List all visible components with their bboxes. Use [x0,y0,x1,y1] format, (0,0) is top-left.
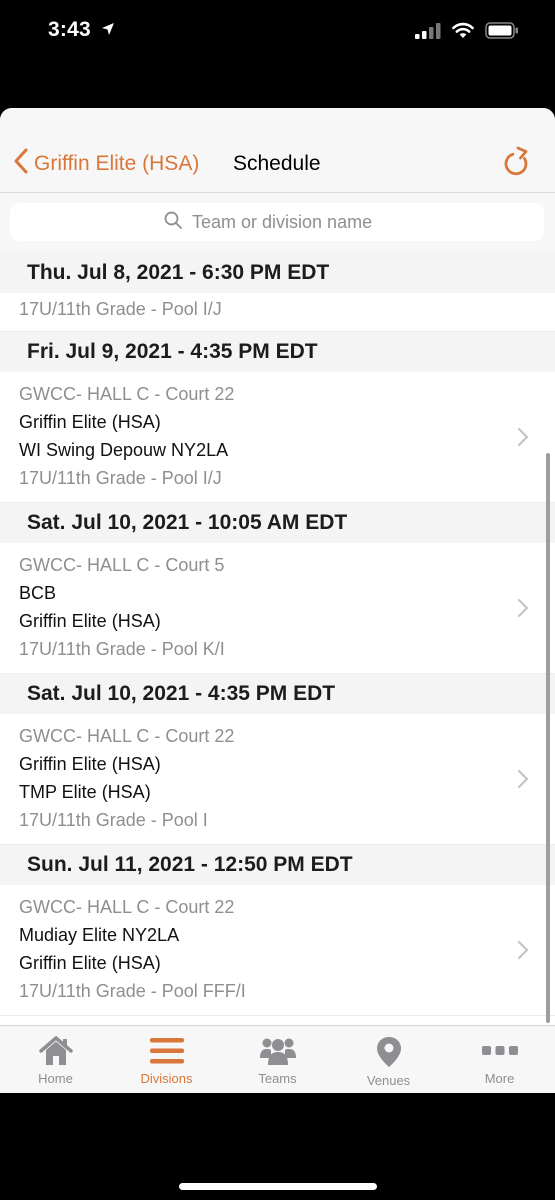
game-division: 17U/11th Grade - Pool I/J [19,468,222,488]
game-division: 17U/11th Grade - Pool FFF/I [19,981,246,1001]
game-team-1: BCB [19,583,57,603]
section-header: Thu. Jul 8, 2021 - 6:30 PM EDT [0,253,555,293]
location-pin-icon [376,1037,401,1067]
game-row[interactable]: GWCC- HALL C - Court 22 Griffin Elite (H… [0,714,555,845]
search-icon [164,211,182,234]
game-court: GWCC- HALL C - Court 22 [19,726,235,746]
game-team-1: Griffin Elite (HSA) [19,754,161,774]
status-time: 3:43 [48,18,115,42]
home-icon [38,1036,73,1065]
chevron-left-icon [14,148,28,180]
section-header: Sat. Jul 10, 2021 - 4:35 PM EDT [0,674,555,714]
search-input[interactable] [190,210,390,234]
tab-divisions[interactable]: Divisions [111,1026,222,1093]
tab-home[interactable]: Home [0,1026,111,1093]
chevron-right-icon [517,769,529,794]
tab-label: Teams [258,1071,297,1086]
search-bar [0,193,555,253]
game-row[interactable]: GWCC- HALL C - Court 22 Griffin Elite (H… [0,372,555,503]
refresh-icon [504,146,528,176]
game-team-2: WI Swing Depouw NY2LA [19,440,229,460]
game-division: 17U/11th Grade - Pool I [19,810,208,830]
tab-more[interactable]: More [444,1026,555,1093]
status-icons [415,22,519,44]
app-sheet: Griffin Elite (HSA) Schedule Thu. Jul 8,… [0,108,555,1093]
status-time-text: 3:43 [48,18,91,41]
tab-bar: Home Divisions Teams Venues More [0,1025,555,1093]
chevron-right-icon [517,940,529,965]
game-row[interactable]: GWCC- HALL C - Court 22 Mudiay Elite NY2… [0,885,555,1016]
game-team-1: Mudiay Elite NY2LA [19,925,180,945]
game-team-2: TMP Elite (HSA) [19,782,151,802]
chevron-right-icon [517,427,529,452]
game-court: GWCC- HALL C - Court 5 [19,555,225,575]
tab-label: Venues [366,1073,411,1088]
cellular-signal-icon [415,22,441,44]
status-bar: 3:43 [0,0,555,64]
more-dots-icon [481,1046,518,1055]
back-button[interactable]: Griffin Elite (HSA) [14,146,199,182]
navigation-bar: Griffin Elite (HSA) Schedule [0,108,555,193]
schedule-list[interactable]: Thu. Jul 8, 2021 - 6:30 PM EDT 17U/11th … [0,253,555,1025]
wifi-icon [451,22,475,44]
game-team-1: Griffin Elite (HSA) [19,412,161,432]
game-row[interactable]: GWCC- HALL C - Court 5 BCB Griffin Elite… [0,543,555,674]
game-division: 17U/11th Grade - Pool I/J [19,299,222,319]
game-team-2: Griffin Elite (HSA) [19,611,161,631]
game-court: GWCC- HALL C - Court 22 [19,897,235,917]
tab-venues[interactable]: Venues [333,1026,444,1093]
game-row[interactable]: 17U/11th Grade - Pool I/J [0,293,555,332]
chevron-right-icon [517,598,529,623]
menu-icon [149,1038,184,1064]
battery-icon [485,22,519,44]
game-court: GWCC- HALL C - Court 22 [19,384,235,404]
tab-label: More [484,1071,515,1086]
users-icon [259,1038,296,1065]
section-header: Fri. Jul 9, 2021 - 4:35 PM EDT [0,332,555,372]
tab-label: Home [38,1071,73,1086]
tab-label: Divisions [140,1071,193,1086]
home-indicator[interactable] [179,1183,377,1190]
section-header: Sat. Jul 10, 2021 - 10:05 AM EDT [0,503,555,543]
location-arrow-icon [101,18,115,42]
back-button-label: Griffin Elite (HSA) [34,152,200,175]
game-division: 17U/11th Grade - Pool K/I [19,639,225,659]
page-title: Schedule [233,152,321,175]
section-header: Sun. Jul 11, 2021 - 12:50 PM EDT [0,845,555,885]
tab-teams[interactable]: Teams [222,1026,333,1093]
scroll-indicator[interactable] [546,453,550,1023]
game-team-2: Griffin Elite (HSA) [19,953,161,973]
search-box[interactable] [10,203,544,241]
refresh-button[interactable] [501,146,531,183]
